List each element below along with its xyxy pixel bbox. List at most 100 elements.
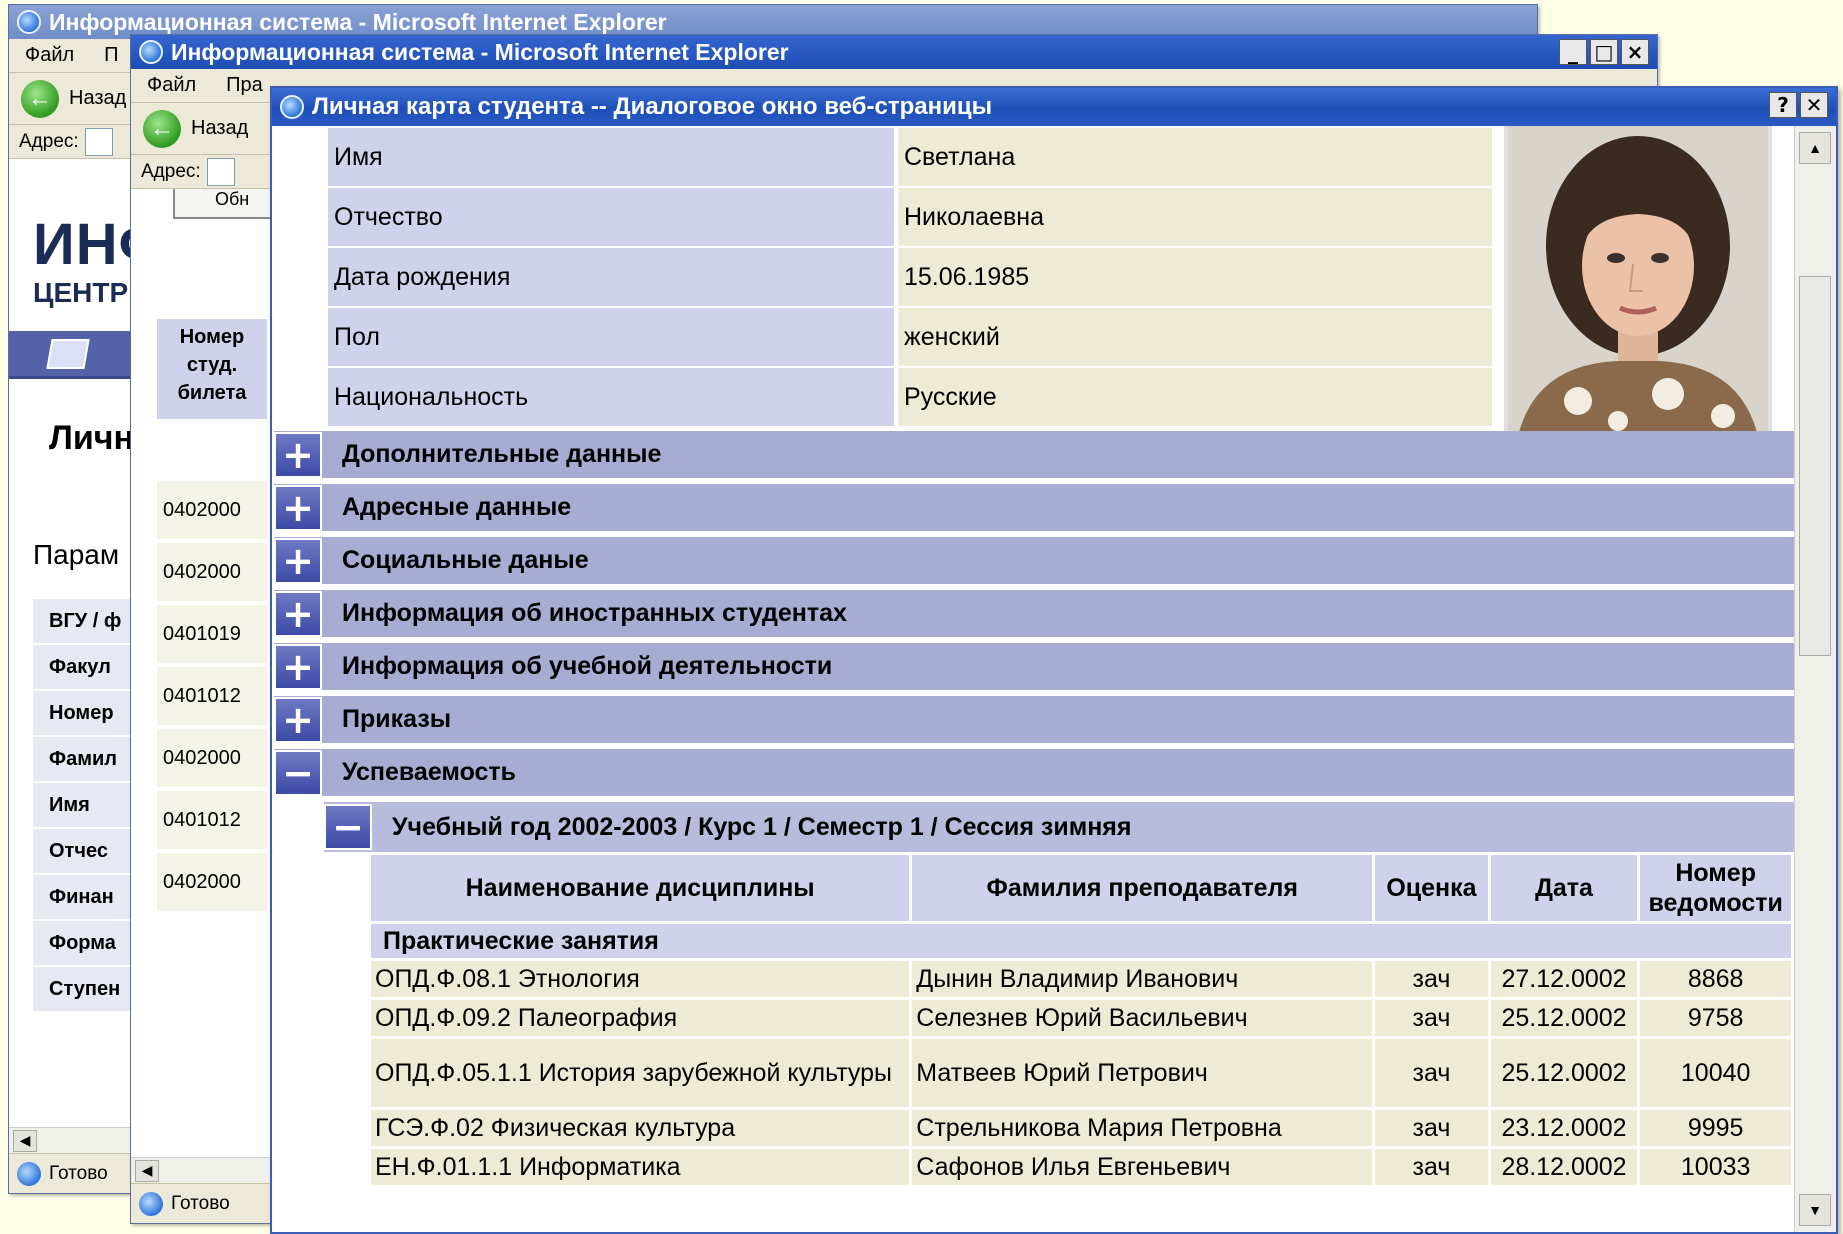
- address-label: Адрес:: [19, 130, 79, 152]
- menu-edit[interactable]: Пра: [226, 74, 263, 97]
- subsection-label: Учебный год 2002-2003 / Курс 1 / Семестр…: [392, 812, 1132, 841]
- section-label: Успеваемость: [342, 758, 517, 786]
- ticket-cell[interactable]: 0402000: [157, 481, 267, 539]
- cell-sheet-number: 9995: [1640, 1110, 1791, 1146]
- title-bar[interactable]: Информационная система - Microsoft Inter…: [131, 35, 1657, 69]
- cell-discipline: ОПД.Ф.05.1.1 История зарубежной культуры: [371, 1039, 910, 1107]
- cell-grade: зач: [1375, 1000, 1488, 1036]
- cell-discipline: ОПД.Ф.08.1 Этнология: [371, 961, 910, 997]
- section-label: Информация об учебной деятельности: [342, 652, 833, 680]
- cell-grade: зач: [1375, 1149, 1488, 1185]
- subsection-session[interactable]: − Учебный год 2002-2003 / Курс 1 / Семес…: [324, 802, 1794, 852]
- section-address-data[interactable]: + Адресные данные: [274, 484, 1794, 534]
- cell-grade: зач: [1375, 961, 1488, 997]
- address-input[interactable]: [84, 127, 113, 156]
- expand-plus-icon[interactable]: +: [274, 431, 322, 478]
- minimize-icon[interactable]: _: [1559, 39, 1587, 65]
- field-value-patronymic: Николаевна: [898, 188, 1492, 246]
- collapse-minus-icon[interactable]: −: [274, 749, 322, 796]
- cell-teacher: Матвеев Юрий Петрович: [912, 1039, 1373, 1107]
- collapse-minus-icon[interactable]: −: [324, 804, 372, 850]
- expand-plus-icon[interactable]: +: [274, 484, 322, 531]
- table-row: ГСЭ.Ф.02 Физическая культура Стрельников…: [371, 1110, 1791, 1146]
- scroll-left-icon[interactable]: ◀: [135, 1159, 159, 1182]
- ticket-cell[interactable]: 0401012: [157, 791, 267, 849]
- back-arrow-icon[interactable]: ←: [21, 79, 59, 118]
- cell-teacher: Дынин Владимир Иванович: [912, 961, 1373, 997]
- field-label-name: Имя: [328, 128, 894, 186]
- section-social-data[interactable]: + Социальные даные: [274, 537, 1794, 587]
- table-row: ОПД.Ф.08.1 Этнология Дынин Владимир Иван…: [371, 961, 1791, 997]
- maximize-icon[interactable]: □: [1590, 39, 1618, 65]
- expand-plus-icon[interactable]: +: [274, 643, 322, 690]
- ticket-column-header: Номер студ. билета: [157, 319, 267, 419]
- section-label: Информация об иностранных студентах: [342, 599, 847, 627]
- menu-file[interactable]: Файл: [147, 74, 196, 97]
- window-title: Информационная система - Microsoft Inter…: [49, 8, 667, 35]
- cell-sheet-number: 10033: [1640, 1149, 1791, 1185]
- ticket-cell[interactable]: 0401019: [157, 605, 267, 663]
- page-status-icon: [139, 1191, 163, 1216]
- book-icon[interactable]: [46, 339, 90, 369]
- help-icon[interactable]: ?: [1769, 92, 1797, 118]
- cell-date: 25.12.0002: [1490, 1000, 1638, 1036]
- section-performance[interactable]: − Успеваемость: [274, 749, 1794, 799]
- cell-sheet-number: 9758: [1640, 1000, 1791, 1036]
- address-input[interactable]: [206, 157, 235, 186]
- field-value-nationality: Русские: [898, 368, 1492, 426]
- page-heading: Личн: [49, 419, 135, 457]
- cell-sheet-number: 8868: [1640, 961, 1791, 997]
- cell-teacher: Селезнев Юрий Васильевич: [912, 1000, 1373, 1036]
- page-status-icon: [17, 1161, 41, 1186]
- scroll-thumb[interactable]: [1799, 276, 1831, 656]
- back-label[interactable]: Назад: [69, 87, 126, 110]
- scroll-down-icon[interactable]: ▼: [1799, 1194, 1831, 1226]
- vertical-scrollbar[interactable]: ▲ ▼: [1794, 126, 1836, 1232]
- ticket-cell[interactable]: 0402000: [157, 853, 267, 911]
- menu-file[interactable]: Файл: [25, 44, 74, 67]
- field-value-name: Светлана: [898, 128, 1492, 186]
- header-teacher: Фамилия преподавателя: [912, 855, 1373, 921]
- section-orders[interactable]: + Приказы: [274, 696, 1794, 746]
- ticket-cell[interactable]: 0402000: [157, 543, 267, 601]
- menu-edit[interactable]: П: [104, 44, 118, 67]
- section-additional-data[interactable]: + Дополнительные данные: [274, 431, 1794, 481]
- close-icon[interactable]: ✕: [1800, 92, 1828, 118]
- dialog-title-bar[interactable]: Личная карта студента -- Диалоговое окно…: [272, 88, 1836, 126]
- table-row: ОПД.Ф.05.1.1 История зарубежной культуры…: [371, 1039, 1791, 1107]
- back-arrow-icon[interactable]: ←: [143, 109, 181, 148]
- ie-icon: [280, 95, 304, 119]
- close-icon[interactable]: ×: [1621, 39, 1649, 65]
- category-label: Практические занятия: [371, 924, 1791, 958]
- ticket-cell[interactable]: 0401012: [157, 667, 267, 725]
- scroll-left-icon[interactable]: ◀: [13, 1129, 37, 1152]
- cell-grade: зач: [1375, 1110, 1488, 1146]
- header-date: Дата: [1490, 855, 1638, 921]
- cell-teacher: Сафонов Илья Евгеньевич: [912, 1149, 1373, 1185]
- field-value-gender: женский: [898, 308, 1492, 366]
- cell-date: 28.12.0002: [1490, 1149, 1638, 1185]
- back-label[interactable]: Назад: [191, 117, 248, 140]
- ticket-cell[interactable]: 0402000: [157, 729, 267, 787]
- cell-discipline: ГСЭ.Ф.02 Физическая культура: [371, 1110, 910, 1146]
- status-text: Готово: [49, 1162, 108, 1184]
- section-label: Дополнительные данные: [342, 440, 662, 468]
- section-foreign-students[interactable]: + Информация об иностранных студентах: [274, 590, 1794, 640]
- scroll-up-icon[interactable]: ▲: [1799, 132, 1831, 164]
- section-label: Социальные даные: [342, 546, 589, 574]
- expand-plus-icon[interactable]: +: [274, 537, 322, 584]
- section-academic-activity[interactable]: + Информация об учебной деятельности: [274, 643, 1794, 693]
- table-row: ЕН.Ф.01.1.1 Информатика Сафонов Илья Евг…: [371, 1149, 1791, 1185]
- dialog-content: Имя Светлана Отчество Николаевна Дата ро…: [272, 126, 1794, 1232]
- expand-plus-icon[interactable]: +: [274, 590, 322, 637]
- logo-subtext: ЦЕНТР: [33, 277, 129, 308]
- field-label-birthdate: Дата рождения: [328, 248, 894, 306]
- params-heading: Парам: [33, 539, 120, 570]
- field-value-birthdate: 15.06.1985: [898, 248, 1492, 306]
- expand-plus-icon[interactable]: +: [274, 696, 322, 743]
- cell-date: 25.12.0002: [1490, 1039, 1638, 1107]
- grades-table: Наименование дисциплины Фамилия преподав…: [368, 852, 1794, 1188]
- cell-grade: зач: [1375, 1039, 1488, 1107]
- section-label: Приказы: [342, 705, 452, 733]
- field-label-gender: Пол: [328, 308, 894, 366]
